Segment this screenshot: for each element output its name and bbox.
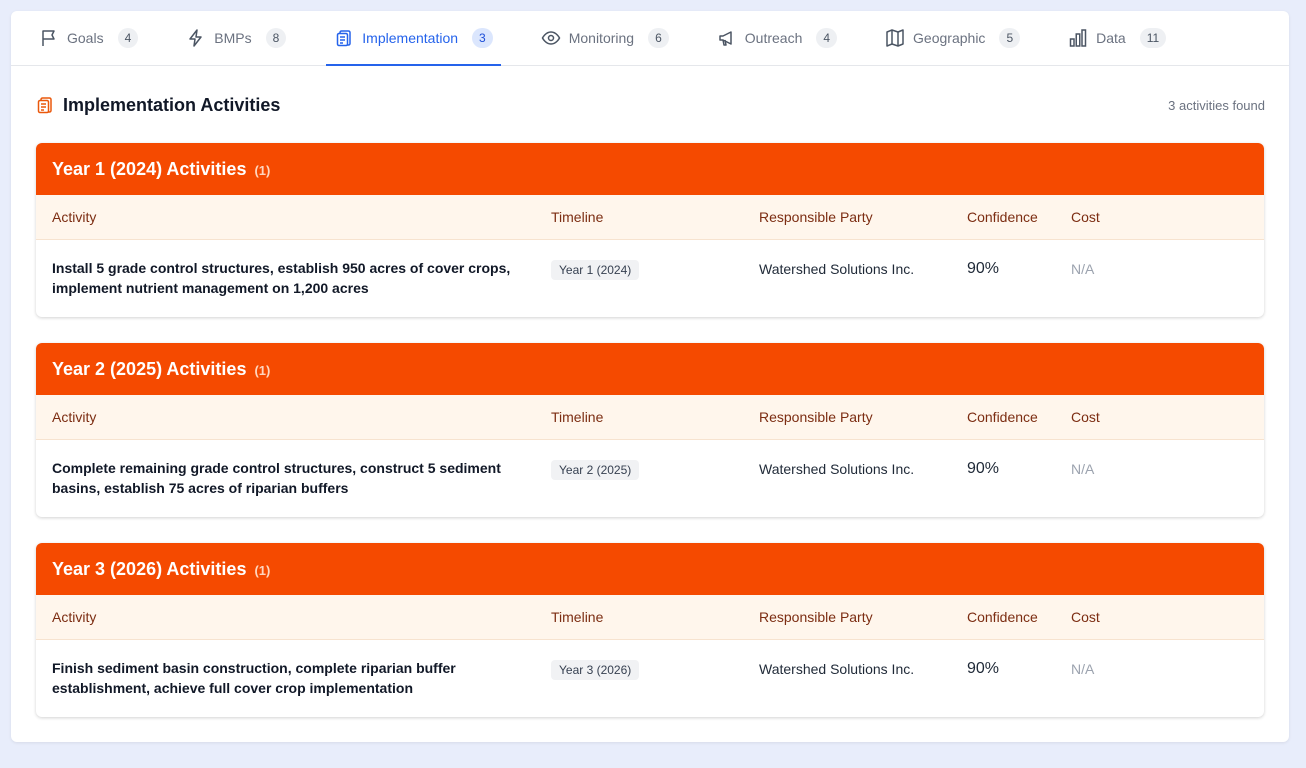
tab-label: BMPs — [214, 30, 252, 46]
tab-count-badge: 4 — [117, 28, 139, 48]
year-header: Year 3 (2026) Activities (1) — [36, 543, 1264, 595]
tab-implementation[interactable]: Implementation 3 — [326, 11, 502, 66]
year-block-3: Year 3 (2026) Activities (1) Activity Ti… — [36, 543, 1264, 717]
activity-description: Complete remaining grade control structu… — [52, 460, 501, 496]
column-header-party: Responsible Party — [759, 409, 873, 425]
column-header-timeline: Timeline — [551, 409, 604, 425]
year-header: Year 1 (2024) Activities (1) — [36, 143, 1264, 195]
column-header-activity: Activity — [52, 609, 97, 625]
tab-count-badge: 8 — [265, 28, 287, 48]
timeline-badge: Year 3 (2026) — [551, 660, 640, 680]
year-title: Year 3 (2026) Activities — [52, 558, 247, 579]
table-row: Finish sediment basin construction, comp… — [36, 640, 1264, 717]
year-count: (1) — [254, 362, 271, 378]
column-header-cost: Cost — [1071, 609, 1100, 625]
section-title: Implementation Activities — [63, 94, 281, 115]
cost-value: N/A — [1071, 261, 1095, 277]
tab-count-badge: 4 — [816, 28, 838, 48]
megaphone-icon — [717, 28, 737, 48]
column-header-activity: Activity — [52, 209, 97, 225]
column-header-activity: Activity — [52, 409, 97, 425]
clipboard-icon — [334, 28, 354, 48]
main-card: Goals 4 BMPs 8 Implementation 3 Monitori… — [11, 11, 1289, 742]
tab-label: Geographic — [913, 30, 986, 46]
timeline-badge: Year 1 (2024) — [551, 260, 640, 280]
confidence-value: 90% — [967, 660, 1000, 677]
year-block-1: Year 1 (2024) Activities (1) Activity Ti… — [36, 143, 1264, 317]
column-header-confidence: Confidence — [967, 609, 1038, 625]
tab-count-badge: 11 — [1139, 28, 1167, 48]
confidence-value: 90% — [967, 260, 1000, 277]
section-header: Implementation Activities 3 activities f… — [35, 93, 1265, 117]
eye-icon — [541, 28, 561, 48]
column-header-timeline: Timeline — [551, 209, 604, 225]
tab-goals[interactable]: Goals 4 — [35, 11, 142, 65]
tab-label: Goals — [67, 30, 104, 46]
column-header-cost: Cost — [1071, 209, 1100, 225]
tab-count-badge: 6 — [648, 28, 669, 48]
section-title-wrap: Implementation Activities — [35, 95, 280, 116]
tab-count-badge: 3 — [472, 28, 493, 48]
flag-icon — [39, 28, 59, 48]
map-icon — [885, 28, 905, 48]
year-title: Year 2 (2025) Activities — [52, 358, 247, 379]
clipboard-icon — [35, 95, 55, 115]
activity-description: Install 5 grade control structures, esta… — [52, 260, 511, 296]
tab-label: Data — [1096, 30, 1126, 46]
tab-label: Monitoring — [568, 30, 635, 46]
column-header-timeline: Timeline — [551, 609, 604, 625]
table-row: Install 5 grade control structures, esta… — [36, 240, 1264, 317]
table-row: Complete remaining grade control structu… — [36, 440, 1264, 517]
responsible-party: Watershed Solutions Inc. — [759, 261, 915, 277]
tab-bmps[interactable]: BMPs 8 — [182, 11, 290, 65]
cost-value: N/A — [1071, 661, 1095, 677]
column-header-party: Responsible Party — [759, 209, 873, 225]
activity-description: Finish sediment basin construction, comp… — [52, 660, 456, 696]
tab-geographic[interactable]: Geographic 5 — [881, 11, 1024, 65]
tab-label: Implementation — [362, 30, 459, 46]
tab-bar: Goals 4 BMPs 8 Implementation 3 Monitori… — [11, 11, 1289, 66]
bar-chart-icon — [1068, 28, 1088, 48]
activities-count: 3 activities found — [1168, 97, 1265, 113]
tab-monitoring[interactable]: Monitoring 6 — [537, 11, 673, 65]
column-header-party: Responsible Party — [759, 609, 873, 625]
year-title: Year 1 (2024) Activities — [52, 158, 247, 179]
tab-count-badge: 5 — [999, 28, 1021, 48]
year-header: Year 2 (2025) Activities (1) — [36, 343, 1264, 395]
tab-label: Outreach — [744, 30, 803, 46]
column-header-row: Activity Timeline Responsible Party Conf… — [36, 195, 1264, 240]
timeline-badge: Year 2 (2025) — [551, 460, 640, 480]
lightning-icon — [186, 28, 206, 48]
tab-outreach[interactable]: Outreach 4 — [713, 11, 841, 65]
year-count: (1) — [254, 562, 271, 578]
confidence-value: 90% — [967, 460, 1000, 477]
column-header-cost: Cost — [1071, 409, 1100, 425]
column-header-confidence: Confidence — [967, 409, 1038, 425]
column-header-confidence: Confidence — [967, 209, 1038, 225]
year-count: (1) — [254, 162, 271, 178]
column-header-row: Activity Timeline Responsible Party Conf… — [36, 595, 1264, 640]
cost-value: N/A — [1071, 461, 1095, 477]
responsible-party: Watershed Solutions Inc. — [759, 661, 915, 677]
year-block-2: Year 2 (2025) Activities (1) Activity Ti… — [36, 343, 1264, 517]
column-header-row: Activity Timeline Responsible Party Conf… — [36, 395, 1264, 440]
tab-data[interactable]: Data 11 — [1064, 11, 1170, 65]
responsible-party: Watershed Solutions Inc. — [759, 461, 915, 477]
